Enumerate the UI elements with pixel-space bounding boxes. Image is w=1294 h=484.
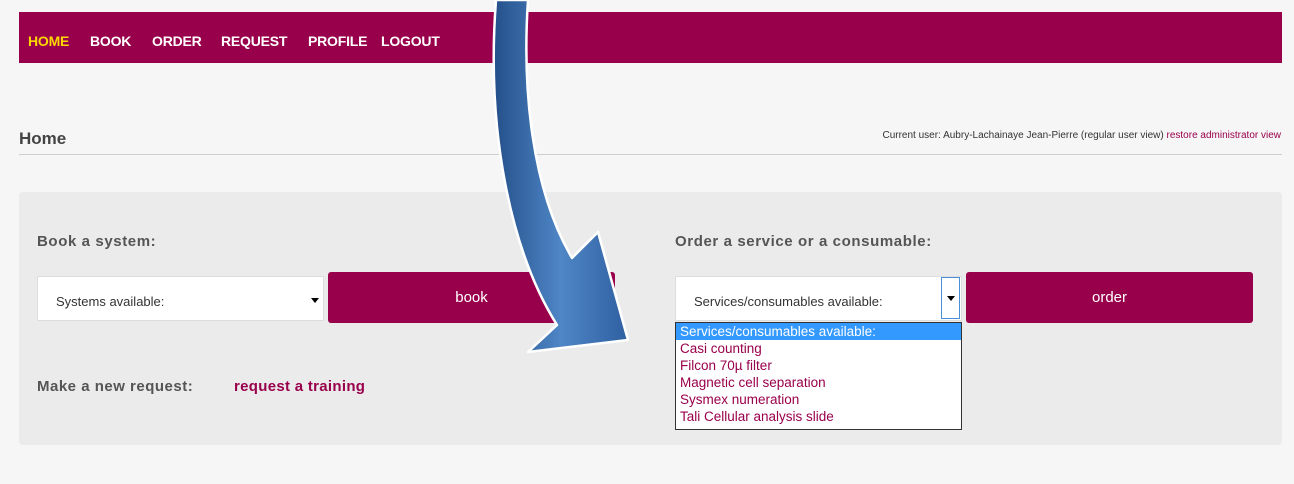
- request-label: Make a new request:: [37, 378, 194, 395]
- nav-profile[interactable]: PROFILE: [308, 33, 367, 49]
- services-dropdown-list: Services/consumables available: Casi cou…: [675, 322, 962, 430]
- top-navbar: HOME BOOK ORDER REQUEST PROFILE LOGOUT: [19, 12, 1282, 63]
- dropdown-option[interactable]: Tali Cellular analysis slide: [676, 408, 961, 425]
- order-section-label: Order a service or a consumable:: [675, 233, 932, 250]
- dropdown-option[interactable]: Filcon 70µ filter: [676, 357, 961, 374]
- chevron-down-icon: [311, 298, 319, 303]
- nav-book[interactable]: BOOK: [90, 33, 131, 49]
- nav-home[interactable]: HOME: [28, 33, 69, 49]
- systems-select-value: Systems available:: [56, 294, 165, 309]
- nav-request[interactable]: REQUEST: [221, 33, 287, 49]
- book-button[interactable]: book: [328, 272, 615, 323]
- dropdown-option[interactable]: Sysmex numeration: [676, 391, 961, 408]
- nav-order[interactable]: ORDER: [152, 33, 202, 49]
- chevron-down-icon: [947, 296, 955, 301]
- book-section-label: Book a system:: [37, 233, 157, 250]
- dropdown-option[interactable]: Services/consumables available:: [676, 323, 961, 340]
- dropdown-option[interactable]: Magnetic cell separation: [676, 374, 961, 391]
- nav-logout[interactable]: LOGOUT: [381, 33, 440, 49]
- systems-select[interactable]: Systems available:: [37, 276, 324, 321]
- current-user-info: Current user: Aubry-Lachainaye Jean-Pier…: [882, 130, 1281, 141]
- title-divider: [19, 154, 1282, 155]
- request-training-link[interactable]: request a training: [234, 378, 365, 395]
- current-user-text: Current user: Aubry-Lachainaye Jean-Pier…: [882, 130, 1164, 141]
- restore-admin-link[interactable]: restore administrator view: [1167, 130, 1281, 141]
- services-select-value: Services/consumables available:: [694, 294, 883, 309]
- order-button[interactable]: order: [966, 272, 1253, 323]
- page-title: Home: [19, 129, 67, 148]
- services-select[interactable]: Services/consumables available:: [675, 276, 962, 321]
- dropdown-option[interactable]: Casi counting: [676, 340, 961, 357]
- services-dropdown-toggle[interactable]: [941, 277, 960, 319]
